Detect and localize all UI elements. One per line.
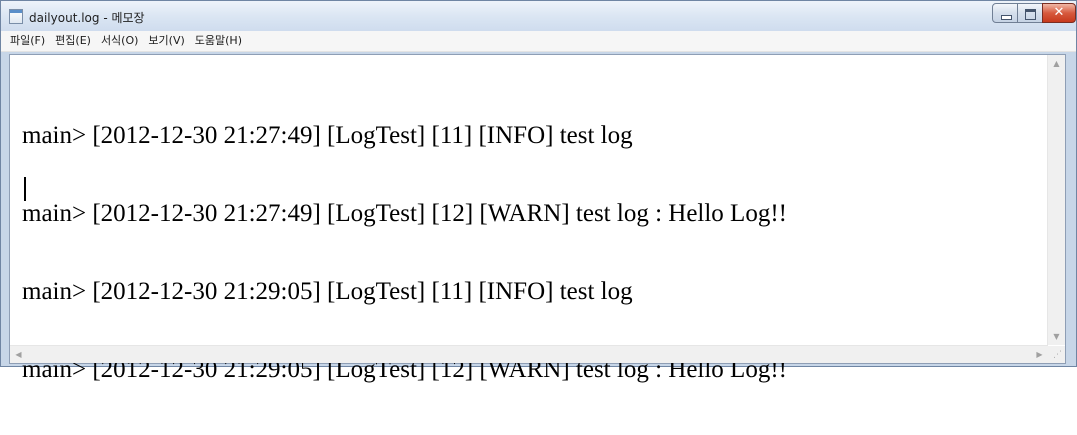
menu-format[interactable]: 서식(O) [96,31,143,51]
menu-bar: 파일(F) 편집(E) 서식(O) 보기(V) 도움말(H) [1,31,1076,52]
scroll-down-icon[interactable]: ▼ [1048,328,1065,345]
scroll-right-icon[interactable]: ▶ [1031,346,1048,363]
text-caret [24,177,26,201]
close-icon: ✕ [1053,5,1065,20]
menu-file[interactable]: 파일(F) [5,31,50,51]
close-button[interactable]: ✕ [1042,3,1076,23]
menu-edit[interactable]: 편집(E) [50,31,96,51]
caption-buttons: ✕ [992,3,1076,25]
minimize-icon [1001,15,1012,20]
vertical-scrollbar[interactable]: ▲ ▼ [1047,55,1065,345]
log-line: main> [2012-12-30 21:27:49] [LogTest] [1… [22,200,787,227]
maximize-button[interactable] [1017,3,1043,23]
maximize-icon [1025,9,1036,20]
title-bar[interactable]: dailyout.log - 메모장 ✕ [1,1,1076,31]
scroll-left-icon[interactable]: ◀ [10,346,27,363]
editor-text[interactable]: main> [2012-12-30 21:27:49] [LogTest] [1… [22,71,1047,435]
size-grip-icon: ⋰ [1053,350,1062,360]
log-line: main> [2012-12-30 21:27:49] [LogTest] [1… [22,122,633,149]
horizontal-scrollbar[interactable]: ◀ ▶ [10,345,1048,363]
size-grip[interactable]: ⋰ [1048,346,1065,363]
menu-view[interactable]: 보기(V) [143,31,189,51]
notepad-icon[interactable] [9,9,23,24]
minimize-button[interactable] [992,3,1018,23]
menu-help[interactable]: 도움말(H) [190,31,247,51]
window-title: dailyout.log - 메모장 [29,11,145,25]
scroll-up-icon[interactable]: ▲ [1048,55,1065,72]
notepad-window: dailyout.log - 메모장 ✕ 파일(F) 편집(E) 서식(O) 보… [0,0,1077,383]
text-editor[interactable]: main> [2012-12-30 21:27:49] [LogTest] [1… [9,54,1066,383]
log-line: main> [2012-12-30 21:29:05] [LogTest] [1… [22,278,633,305]
